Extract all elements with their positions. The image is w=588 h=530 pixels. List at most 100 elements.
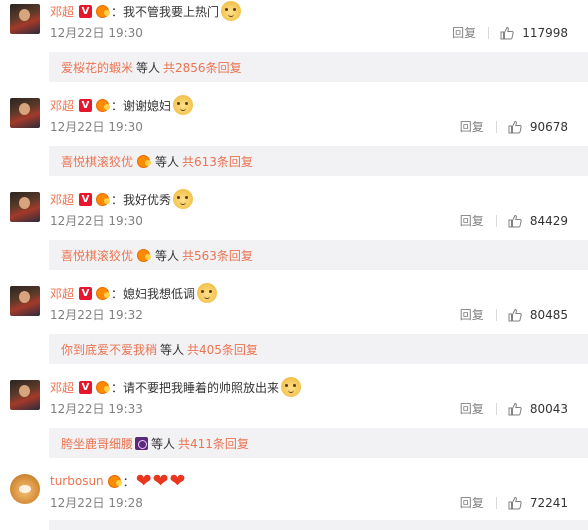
- reply-button[interactable]: 回复: [460, 118, 484, 135]
- heart-emoji-icon: ❤: [135, 470, 152, 492]
- doge-emoji-icon: [281, 377, 302, 397]
- comment-line: 邓超 V ：谢谢媳妇: [50, 94, 194, 116]
- comment-text: ：我好优秀: [111, 192, 172, 207]
- like-count: 90678: [529, 119, 568, 134]
- comment-actions: 回复 80485: [460, 306, 568, 323]
- heart-emoji-icon: ❤: [152, 470, 169, 492]
- avatar[interactable]: [10, 192, 40, 222]
- timestamp: 12月22日 19:30: [50, 214, 143, 228]
- like-count: 80485: [529, 307, 568, 322]
- fan-badge-icon: [95, 380, 111, 394]
- like-count: 117998: [522, 25, 568, 40]
- thumbs-up-icon[interactable]: [508, 120, 522, 134]
- avatar[interactable]: [10, 98, 40, 128]
- timestamp: 12月22日 19:32: [50, 308, 143, 322]
- comment-line: turbosun ： ❤ ❤ ❤: [50, 470, 185, 492]
- fan-badge-icon: [136, 154, 152, 168]
- verified-v-icon: V: [79, 380, 93, 394]
- fan-badge-icon: [95, 4, 111, 18]
- reply-others-label: 等人: [160, 342, 185, 357]
- reply-button[interactable]: 回复: [460, 494, 484, 511]
- reply-total-link[interactable]: 共563条回复: [182, 247, 253, 264]
- timestamp: 12月22日 19:30: [50, 120, 143, 134]
- comment-actions: 回复 84429: [460, 212, 568, 229]
- timestamp: 12月22日 19:33: [50, 402, 143, 416]
- thumbs-up-icon[interactable]: [508, 496, 522, 510]
- verified-v-icon: V: [79, 4, 93, 18]
- reply-total-link[interactable]: 共405条回复: [187, 341, 258, 358]
- username-link[interactable]: 邓超: [50, 3, 74, 20]
- comment-line: 邓超 V ：我好优秀: [50, 188, 194, 210]
- fan-badge-icon: [95, 286, 111, 300]
- username-link[interactable]: 邓超: [50, 97, 74, 114]
- reply-others-label: 等人: [155, 248, 180, 263]
- reply-button[interactable]: 回复: [452, 24, 476, 41]
- reply-preview[interactable]: 爱桜花的蝦米 等人 共2856条回复: [49, 52, 588, 82]
- divider: [488, 26, 490, 39]
- reply-button[interactable]: 回复: [460, 212, 484, 229]
- avatar[interactable]: [10, 380, 40, 410]
- reply-others-label: 等人: [151, 436, 176, 451]
- fan-badge-icon: [95, 98, 111, 112]
- avatar[interactable]: [10, 4, 40, 34]
- reply-preview-partial: [49, 520, 588, 530]
- comment-line: 邓超 V ：媳妇我想低调: [50, 282, 218, 304]
- doge-emoji-icon: [221, 1, 242, 21]
- heart-emoji-icon: ❤: [169, 470, 186, 492]
- doge-emoji-icon: [173, 189, 194, 209]
- reply-total-link[interactable]: 共613条回复: [182, 153, 253, 170]
- reply-total-link[interactable]: 共411条回复: [178, 435, 249, 452]
- comment-actions: 回复 90678: [460, 118, 568, 135]
- timestamp: 12月22日 19:28: [50, 496, 143, 510]
- fan-badge-icon: [136, 248, 152, 262]
- reply-preview[interactable]: 喜悦棋滚狡优 等人 共563条回复: [49, 240, 588, 270]
- reply-others-label: 等人: [155, 154, 180, 169]
- divider: [495, 496, 497, 509]
- comment-text: ：请不要把我睡着的帅照放出来: [111, 380, 280, 395]
- reply-user[interactable]: 胯坐鹿哥细腰: [61, 435, 133, 452]
- username-link[interactable]: 邓超: [50, 191, 74, 208]
- reply-user[interactable]: 喜悦棋滚狡优: [61, 153, 133, 170]
- comment-line: 邓超 V ：我不管我要上热门: [50, 0, 242, 22]
- comment-actions: 回复 80043: [460, 400, 568, 417]
- thumbs-up-icon[interactable]: [508, 308, 522, 322]
- avatar[interactable]: [10, 286, 40, 316]
- like-count: 72241: [529, 495, 568, 510]
- reply-user[interactable]: 爱桜花的蝦米: [61, 59, 133, 76]
- reply-button[interactable]: 回复: [460, 306, 484, 323]
- verified-v-icon: V: [79, 98, 93, 112]
- like-count: 80043: [529, 401, 568, 416]
- username-link[interactable]: turbosun: [50, 474, 104, 488]
- member-badge-icon: [135, 436, 149, 450]
- thumbs-up-icon[interactable]: [508, 402, 522, 416]
- comment-line: 邓超 V ：请不要把我睡着的帅照放出来: [50, 376, 302, 398]
- divider: [495, 308, 497, 321]
- reply-button[interactable]: 回复: [460, 400, 484, 417]
- reply-total-link[interactable]: 共2856条回复: [163, 59, 242, 76]
- reply-preview[interactable]: 你到底爱不爱我稍 等人 共405条回复: [49, 334, 588, 364]
- fan-badge-icon: [95, 192, 111, 206]
- reply-user[interactable]: 喜悦棋滚狡优: [61, 247, 133, 264]
- comment-actions: 回复 72241: [460, 494, 568, 511]
- reply-preview[interactable]: 胯坐鹿哥细腰 等人 共411条回复: [49, 428, 588, 458]
- thumbs-up-icon[interactable]: [508, 214, 522, 228]
- comment-text: ：谢谢媳妇: [111, 98, 172, 113]
- avatar[interactable]: [10, 474, 40, 504]
- doge-emoji-icon: [173, 95, 194, 115]
- comment-text: ：我不管我要上热门: [111, 4, 220, 19]
- verified-v-icon: V: [79, 286, 93, 300]
- username-link[interactable]: 邓超: [50, 285, 74, 302]
- comment-actions: 回复 117998: [452, 24, 568, 41]
- reply-others-label: 等人: [136, 60, 161, 75]
- doge-emoji-icon: [197, 283, 218, 303]
- username-link[interactable]: 邓超: [50, 379, 74, 396]
- comment-text: ：: [122, 474, 135, 489]
- thumbs-up-icon[interactable]: [500, 26, 514, 40]
- divider: [495, 402, 497, 415]
- reply-user[interactable]: 你到底爱不爱我稍: [61, 341, 157, 358]
- reply-preview[interactable]: 喜悦棋滚狡优 等人 共613条回复: [49, 146, 588, 176]
- timestamp: 12月22日 19:30: [50, 26, 143, 40]
- comment-text: ：媳妇我想低调: [111, 286, 196, 301]
- fan-badge-icon: [107, 474, 123, 488]
- divider: [495, 214, 497, 227]
